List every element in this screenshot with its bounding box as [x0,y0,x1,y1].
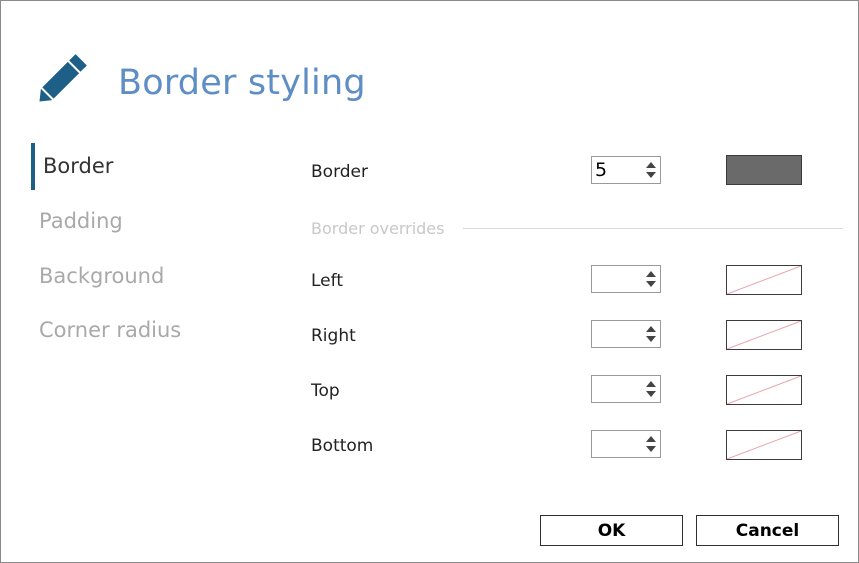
no-color-icon [727,266,801,294]
left-label: Left [311,271,343,291]
border-styling-dialog: Border styling Border Padding Background… [0,0,859,563]
right-label: Right [311,326,356,346]
border-overrides-heading: Border overrides [311,219,445,238]
nav-item-corner-radius[interactable]: Corner radius [39,318,181,342]
bottom-color-swatch[interactable] [726,430,802,460]
right-width-spinner[interactable] [591,320,661,348]
spinner-arrows-icon[interactable] [642,431,660,457]
nav-active-indicator [31,143,35,190]
dialog-title: Border styling [118,63,366,103]
ok-button[interactable]: OK [540,515,683,546]
left-width-spinner[interactable] [591,265,661,293]
spinner-arrows-icon[interactable] [642,157,660,183]
bottom-label: Bottom [311,436,374,456]
border-color-swatch[interactable] [726,155,802,185]
cancel-button[interactable]: Cancel [696,515,839,546]
bottom-width-spinner[interactable] [591,430,661,458]
no-color-icon [727,376,801,404]
no-color-icon [727,321,801,349]
spinner-arrows-icon[interactable] [642,376,660,402]
border-width-spinner[interactable]: 5 [591,156,661,184]
border-width-value: 5 [595,159,608,181]
spinner-arrows-icon[interactable] [642,266,660,292]
section-divider [463,228,843,229]
right-color-swatch[interactable] [726,320,802,350]
nav-item-border[interactable]: Border [43,154,113,178]
pencil-icon [39,54,87,102]
top-color-swatch[interactable] [726,375,802,405]
no-color-icon [727,431,801,459]
top-label: Top [311,381,340,401]
border-label: Border [311,162,368,182]
nav-item-background[interactable]: Background [39,264,164,288]
nav-item-padding[interactable]: Padding [39,209,123,233]
spinner-arrows-icon[interactable] [642,321,660,347]
top-width-spinner[interactable] [591,375,661,403]
left-color-swatch[interactable] [726,265,802,295]
